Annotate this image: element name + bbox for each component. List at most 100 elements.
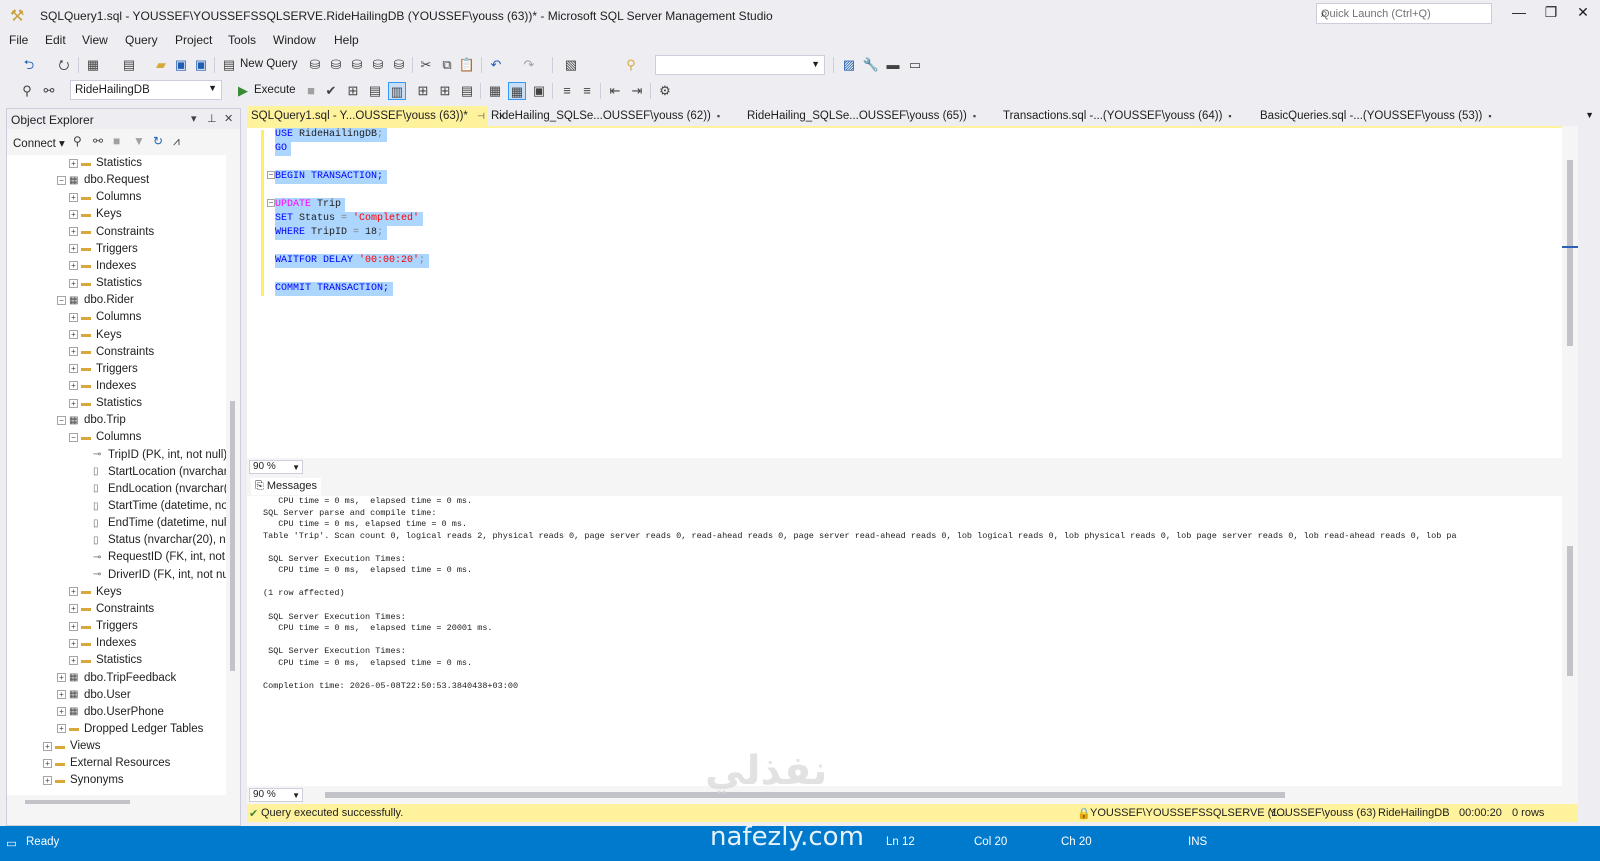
tree-node[interactable]: ▯ EndTime (datetime, null) [93, 517, 226, 534]
menu-help[interactable]: Help [334, 33, 359, 47]
expand-icon[interactable]: + [57, 724, 66, 734]
menu-query[interactable]: Query [125, 33, 158, 47]
object-explorer-horizontal-scrollbar[interactable] [7, 795, 226, 809]
activity-monitor-icon[interactable]: ▧ [562, 56, 580, 74]
collapse-icon[interactable]: − [69, 432, 78, 442]
tree-node[interactable]: ▯ Status (nvarchar(20), no [93, 534, 226, 551]
editor-zoom-selector[interactable]: 90 % ▼ [249, 460, 303, 474]
stop-icon[interactable]: ■ [113, 134, 120, 148]
tree-node[interactable]: − ▦ dbo.Request [57, 174, 149, 191]
tree-node[interactable]: + ▬ Indexes [69, 380, 136, 397]
tree-node[interactable]: + ▬ Dropped Ledger Tables [57, 723, 203, 740]
editor-vertical-scrollbar[interactable] [1562, 126, 1578, 458]
tree-node[interactable]: + ▬ Triggers [69, 243, 138, 260]
collapse-region-icon[interactable]: − [267, 199, 275, 207]
live-query-stats-icon[interactable]: ⊞ [414, 82, 432, 100]
expand-icon[interactable]: + [69, 209, 78, 219]
expand-icon[interactable]: + [69, 227, 78, 237]
new-query-button[interactable]: New Query [240, 58, 298, 70]
panel-dropdown-icon[interactable]: ▾ [191, 112, 197, 125]
find-combo[interactable]: ▼ [655, 55, 825, 75]
cancel-query-icon[interactable]: ■ [302, 82, 320, 100]
expand-icon[interactable]: + [57, 690, 66, 700]
tree-node[interactable]: + ▬ Constraints [69, 603, 154, 620]
tree-node[interactable]: + ▬ Synonyms [43, 774, 124, 791]
activity-icon[interactable]: ⩘ [173, 134, 180, 149]
results-to-grid-icon[interactable]: ▦ [486, 82, 504, 100]
dax-query-icon[interactable]: ⛁ [390, 56, 408, 74]
window-layout-icon[interactable]: ▭ [906, 56, 924, 74]
save-icon[interactable]: ▣ [172, 56, 190, 74]
expand-icon[interactable]: + [69, 364, 78, 374]
tab-transactions[interactable]: Transactions.sql -...(YOUSSEF\youss (64)… [1003, 106, 1253, 126]
save-all-icon[interactable]: ▣ [192, 56, 210, 74]
filter-icon[interactable]: ▼ [133, 134, 145, 148]
expand-icon[interactable]: + [69, 158, 78, 168]
tree-node[interactable]: + ▬ Views [43, 740, 100, 757]
expand-icon[interactable]: + [69, 244, 78, 254]
tree-node[interactable]: + ▬ Constraints [69, 346, 154, 363]
scroll-thumb[interactable] [230, 401, 235, 671]
connect-plug-icon[interactable]: ⚲ [73, 134, 82, 148]
expand-icon[interactable]: + [43, 741, 52, 751]
dmx-query-icon[interactable]: ⛁ [348, 56, 366, 74]
expand-icon[interactable]: + [69, 398, 78, 408]
menu-tools[interactable]: Tools [228, 33, 256, 47]
query-designer-icon[interactable]: ▤ [366, 82, 384, 100]
client-statistics-icon[interactable]: ⊞ [436, 82, 454, 100]
tree-node[interactable]: ⊸ RequestID (FK, int, not n [93, 551, 226, 568]
expand-icon[interactable]: + [69, 604, 78, 614]
undo-icon[interactable]: ↶ [487, 56, 505, 74]
tab-sqlquery1[interactable]: SQLQuery1.sql - Y...OUSSEF\youss (63))* … [247, 106, 506, 126]
tree-node[interactable]: + ▬ Constraints [69, 226, 154, 243]
tree-node[interactable]: ▯ StartLocation (nvarchar(2 [93, 466, 226, 483]
quick-launch-input[interactable]: Quick Launch (Ctrl+Q) ⌕ [1316, 3, 1492, 24]
parse-check-icon[interactable]: ✔ [322, 82, 340, 100]
new-project-icon[interactable]: ▦ [84, 56, 102, 74]
menu-file[interactable]: File [9, 33, 28, 47]
tree-node[interactable]: + ▬ Triggers [69, 620, 138, 637]
expand-icon[interactable]: + [69, 278, 78, 288]
back-icon[interactable]: ⮌ [20, 56, 38, 74]
db-engine-query-icon[interactable]: ⛁ [306, 56, 324, 74]
mdx-query-icon[interactable]: ⛁ [327, 56, 345, 74]
include-actual-plan-icon[interactable]: ▥ [388, 82, 406, 100]
menu-window[interactable]: Window [273, 33, 316, 47]
forward-icon[interactable]: ⭮ [55, 56, 73, 74]
messages-pane[interactable]: CPU time = 0 ms, elapsed time = 0 ms. SQL… [247, 496, 1562, 786]
change-connection-icon[interactable]: ⚯ [40, 82, 58, 100]
find-icon[interactable]: ⚲ [622, 56, 640, 74]
collapse-icon[interactable]: − [57, 415, 66, 425]
expand-icon[interactable]: + [69, 655, 78, 665]
collapse-region-icon[interactable]: − [267, 171, 275, 179]
tree-node[interactable]: + ▦ dbo.UserPhone [57, 706, 164, 723]
code-line-7[interactable]: WAITFOR DELAY '00:00:20'; [275, 254, 430, 268]
tree-node[interactable]: + ▦ dbo.TripFeedback [57, 672, 176, 689]
paste-icon[interactable]: 📋 [458, 56, 476, 74]
comment-lines-icon[interactable]: ≡ [558, 82, 576, 100]
expand-icon[interactable]: + [69, 621, 78, 631]
expand-icon[interactable]: + [69, 312, 78, 322]
code-line-1[interactable]: USE RideHailingDB; [275, 128, 388, 142]
increase-indent-icon[interactable]: ⇥ [628, 82, 646, 100]
code-line-2[interactable]: GO [275, 142, 292, 156]
scroll-thumb[interactable] [1567, 546, 1573, 676]
open-file-icon[interactable]: ▰ [152, 56, 170, 74]
tab-ridehailing-65[interactable]: RideHailing_SQLSe...OUSSEF\youss (65)) ▪ [747, 106, 997, 126]
toolbox-icon[interactable]: ▬ [884, 56, 902, 74]
tab-ridehailing-62[interactable]: RideHailing_SQLSe...OUSSEF\youss (62)) ▪ [491, 106, 741, 126]
database-selector[interactable]: RideHailingDB ▼ [70, 80, 222, 100]
cut-icon[interactable]: ✂ [417, 56, 435, 74]
tab-messages[interactable]: ⎘ Messages [251, 478, 321, 495]
expand-icon[interactable]: + [43, 758, 52, 768]
messages-vertical-scrollbar[interactable] [1562, 496, 1578, 786]
restore-button[interactable]: ❐ [1536, 4, 1566, 24]
code-line-4[interactable]: UPDATE Trip [275, 198, 346, 212]
tree-node[interactable]: ▯ EndLocation (nvarchar(2 [93, 483, 226, 500]
menu-edit[interactable]: Edit [45, 33, 66, 47]
code-line-3[interactable]: BEGIN TRANSACTION; [275, 170, 388, 184]
scroll-thumb[interactable] [25, 800, 130, 804]
tree-node[interactable]: ⊸ TripID (PK, int, not null) [93, 449, 226, 466]
decrease-indent-icon[interactable]: ⇤ [606, 82, 624, 100]
menu-project[interactable]: Project [175, 33, 212, 47]
